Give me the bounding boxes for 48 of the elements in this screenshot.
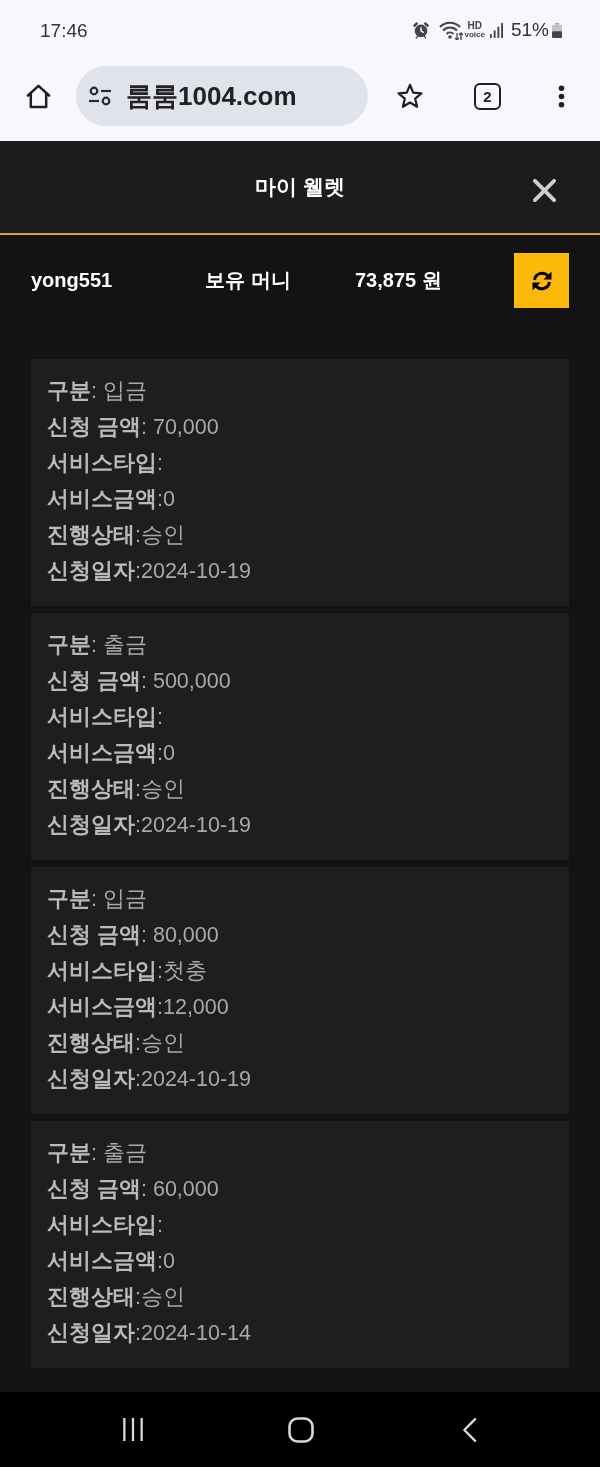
detail-line: 신청 금액: 80,000 [47, 922, 220, 949]
tab-switcher-button[interactable]: 2 [474, 82, 501, 110]
detail-line: 신청 금액: 60,000 [47, 1176, 220, 1203]
recent-apps-icon[interactable] [122, 1417, 144, 1442]
detail-line: 신청 금액: 70,000 [47, 414, 220, 441]
detail-line: 서비스타입:첫충 [47, 958, 208, 985]
home-icon[interactable] [26, 83, 51, 109]
battery-icon [552, 21, 562, 39]
battery-percent: 51% [510, 19, 549, 41]
username: yong551 [31, 269, 114, 292]
detail-line: 진행상태:승인 [47, 1284, 186, 1311]
menu-icon[interactable] [558, 83, 565, 109]
detail-line: 신청일자:2024-10-19 [47, 812, 252, 839]
detail-line: 진행상태:승인 [47, 522, 186, 549]
home-button-icon[interactable] [288, 1416, 314, 1443]
voice-label: voice [464, 31, 485, 39]
url-text: 룸룸1004.com [126, 79, 297, 113]
refresh-button[interactable] [514, 253, 569, 308]
wifi-icon [438, 20, 463, 40]
detail-line: 신청일자:2024-10-19 [47, 558, 252, 585]
balance-amount: 73,875 원 [355, 268, 443, 293]
close-icon[interactable] [533, 178, 556, 202]
detail-line: 서비스금액:12,000 [47, 994, 230, 1021]
site-settings-icon[interactable] [88, 86, 112, 106]
detail-line: 진행상태:승인 [47, 776, 186, 803]
detail-line: 서비스금액:0 [47, 740, 176, 767]
detail-line: 서비스타입: [47, 704, 164, 731]
detail-line: 구분: 입금 [47, 886, 148, 913]
alarm-clock-icon [411, 21, 430, 39]
star-icon[interactable] [397, 83, 423, 109]
clock-time: 17:46 [40, 19, 89, 42]
detail-line: 서비스타입: [47, 1212, 164, 1239]
detail-line: 진행상태:승인 [47, 1030, 186, 1057]
detail-line: 구분: 입금 [47, 378, 148, 405]
dialog-title: 마이 웰렛 [255, 174, 345, 200]
detail-line: 서비스금액:0 [47, 1248, 176, 1275]
balance-label: 보유 머니 [205, 268, 292, 293]
detail-line: 신청 금액: 500,000 [47, 668, 232, 695]
detail-line: 구분: 출금 [47, 1140, 148, 1167]
address-bar[interactable]: 룸룸1004.com [76, 66, 368, 126]
detail-line: 신청일자:2024-10-14 [47, 1320, 252, 1347]
detail-line: 구분: 출금 [47, 632, 148, 659]
back-icon[interactable] [462, 1416, 477, 1443]
signal-icon [489, 22, 503, 38]
hd-label: HD [467, 21, 482, 31]
detail-line: 서비스타입: [47, 450, 164, 477]
detail-line: 신청일자:2024-10-19 [47, 1066, 252, 1093]
detail-line: 서비스금액:0 [47, 486, 176, 513]
